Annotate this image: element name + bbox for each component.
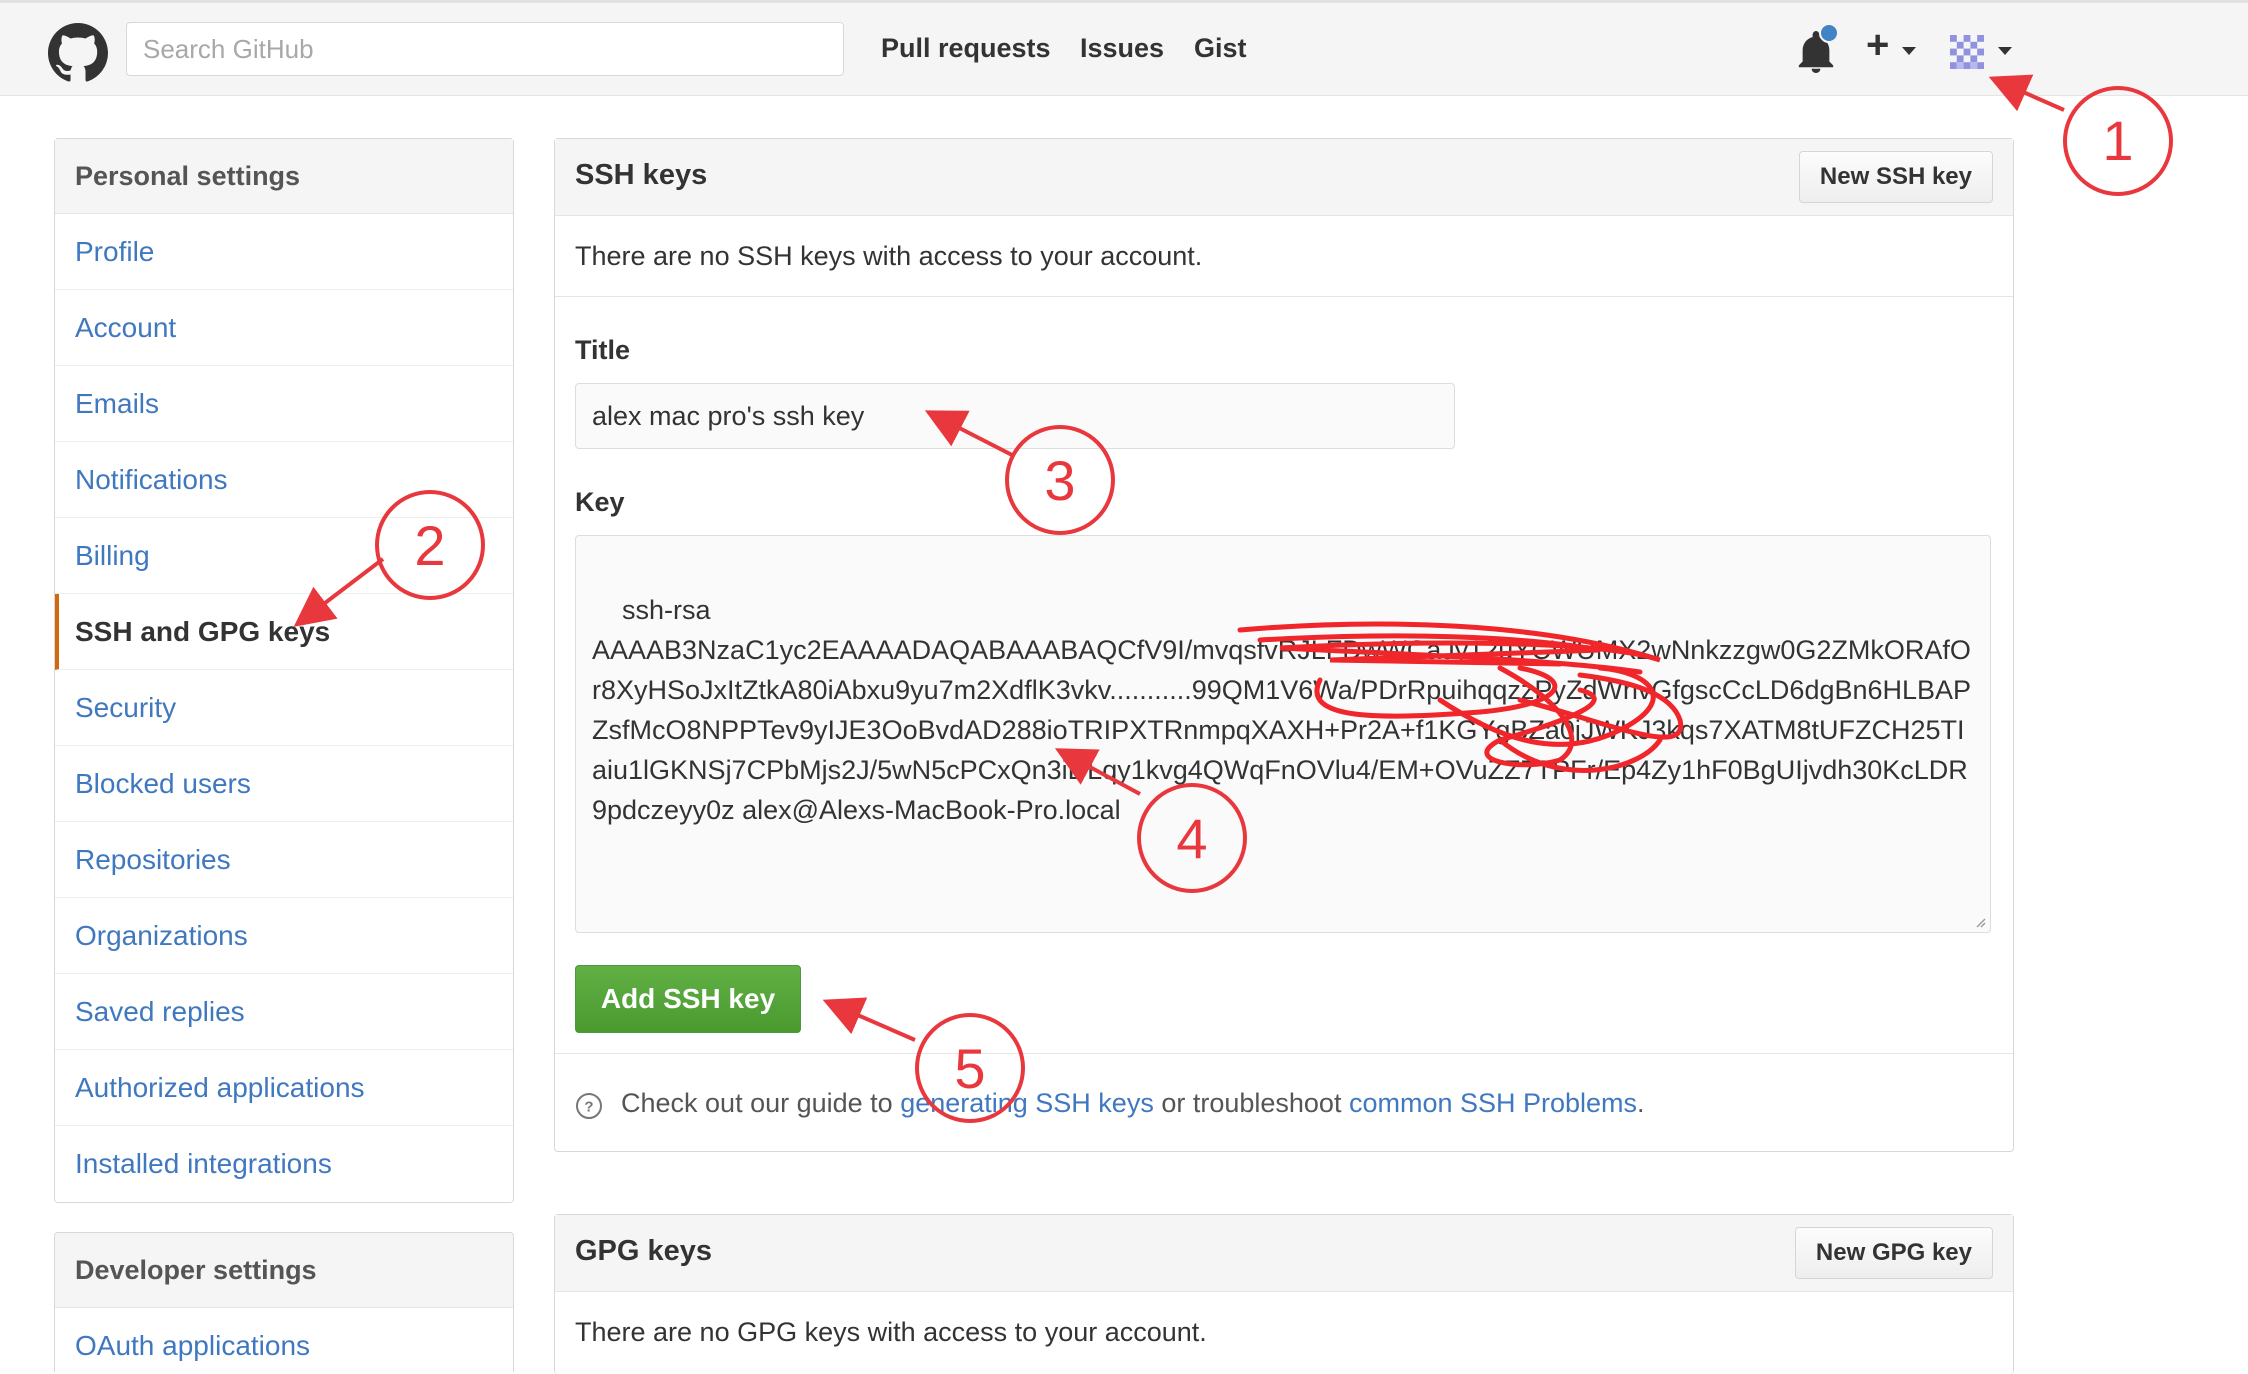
sidebar-item-authorized-applications[interactable]: Authorized applications: [55, 1050, 513, 1126]
sidebar-item-security[interactable]: Security: [55, 670, 513, 746]
gpg-keys-header: GPG keys New GPG key: [555, 1215, 2013, 1292]
ssh-title-label: Title: [575, 335, 631, 365]
user-avatar[interactable]: [1950, 35, 1984, 69]
ssh-title-input[interactable]: [575, 383, 1455, 449]
generating-ssh-keys-link[interactable]: generating SSH keys: [900, 1088, 1154, 1118]
gpg-keys-panel: GPG keys New GPG key There are no GPG ke…: [554, 1214, 2014, 1374]
sidebar-item-organizations[interactable]: Organizations: [55, 898, 513, 974]
ssh-empty-message: There are no SSH keys with access to you…: [555, 216, 2013, 297]
ssh-keys-panel: SSH keys New SSH key There are no SSH ke…: [554, 138, 2014, 1152]
personal-settings-menu: Personal settings Profile Account Emails…: [54, 138, 514, 1203]
gpg-empty-message: There are no GPG keys with access to you…: [575, 1317, 1207, 1347]
annotation-1-label: 1: [2102, 109, 2133, 172]
github-logo-icon[interactable]: [48, 23, 108, 83]
help-prefix: Check out our guide to: [621, 1088, 901, 1118]
ssh-help-row: ? Check out our guide to generating SSH …: [555, 1053, 2013, 1153]
help-suffix: .: [1637, 1088, 1645, 1118]
sidebar-item-profile[interactable]: Profile: [55, 214, 513, 290]
sidebar-item-billing[interactable]: Billing: [55, 518, 513, 594]
nav-pull-requests[interactable]: Pull requests: [881, 33, 1051, 64]
sidebar-item-repositories[interactable]: Repositories: [55, 822, 513, 898]
sidebar-item-ssh-gpg-keys[interactable]: SSH and GPG keys: [55, 594, 513, 670]
user-menu-caret-icon[interactable]: [1998, 47, 2012, 55]
add-ssh-key-button[interactable]: Add SSH key: [575, 965, 801, 1033]
create-menu-caret-icon[interactable]: [1902, 47, 1916, 55]
ssh-help-text: Check out our guide to generating SSH ke…: [621, 1088, 1645, 1119]
nav-gist[interactable]: Gist: [1194, 33, 1247, 64]
developer-settings-heading: Developer settings: [55, 1233, 513, 1308]
svg-text:?: ?: [584, 1099, 593, 1116]
textarea-resize-grip-icon[interactable]: [1972, 914, 1986, 928]
personal-settings-heading: Personal settings: [55, 139, 513, 214]
sidebar-item-blocked-users[interactable]: Blocked users: [55, 746, 513, 822]
sidebar-item-account[interactable]: Account: [55, 290, 513, 366]
sidebar-item-emails[interactable]: Emails: [55, 366, 513, 442]
ssh-key-label: Key: [575, 487, 625, 517]
developer-settings-menu: Developer settings OAuth applications: [54, 1232, 514, 1372]
sidebar-item-saved-replies[interactable]: Saved replies: [55, 974, 513, 1050]
top-header: Pull requests Issues Gist +: [0, 0, 2248, 96]
common-ssh-problems-link[interactable]: common SSH Problems: [1349, 1088, 1637, 1118]
new-ssh-key-button[interactable]: New SSH key: [1798, 151, 1993, 203]
create-new-plus-icon[interactable]: +: [1866, 25, 1889, 65]
ssh-key-textarea[interactable]: ssh-rsa AAAAB3NzaC1yc2EAAAADAQABAAABAQCf…: [575, 535, 1991, 933]
ssh-key-text: ssh-rsa AAAAB3NzaC1yc2EAAAADAQABAAABAQCf…: [592, 595, 1972, 825]
ssh-keys-title: SSH keys: [575, 159, 708, 191]
ssh-keys-header: SSH keys New SSH key: [555, 139, 2013, 216]
help-middle: or troubleshoot: [1153, 1088, 1349, 1118]
sidebar-item-notifications[interactable]: Notifications: [55, 442, 513, 518]
notification-unread-dot: [1819, 23, 1839, 43]
annotation-1: 1: [1988, 74, 2173, 196]
new-gpg-key-button[interactable]: New GPG key: [1794, 1227, 1993, 1279]
question-circle-icon: ?: [576, 1093, 602, 1119]
sidebar-item-installed-integrations[interactable]: Installed integrations: [55, 1126, 513, 1202]
gpg-keys-title: GPG keys: [575, 1235, 713, 1267]
sidebar-item-oauth-applications[interactable]: OAuth applications: [55, 1308, 513, 1372]
nav-issues[interactable]: Issues: [1080, 33, 1164, 64]
search-input[interactable]: [126, 22, 844, 76]
